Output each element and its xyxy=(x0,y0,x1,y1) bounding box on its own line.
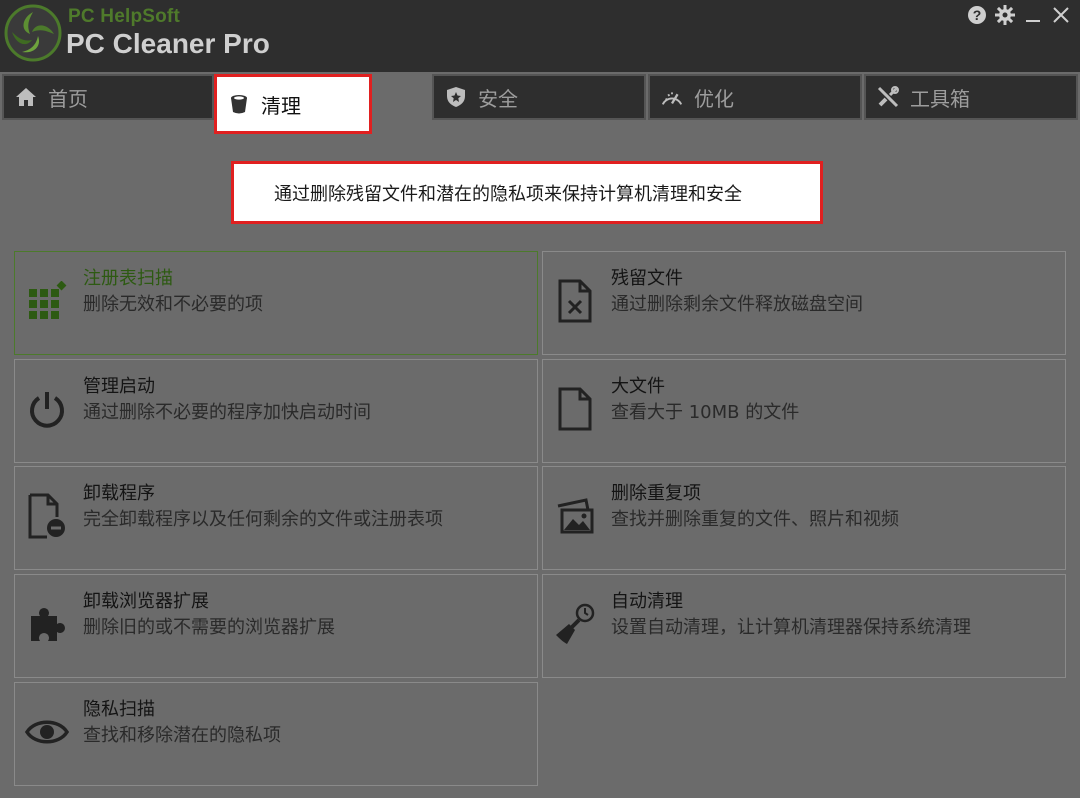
speedometer-icon xyxy=(660,85,684,109)
file-x-icon xyxy=(553,276,597,326)
card-privacy-scan[interactable]: 隐私扫描 查找和移除潜在的隐私项 xyxy=(14,682,538,786)
card-title: 管理启动 xyxy=(83,376,155,397)
card-description: 删除旧的或不需要的浏览器扩展 xyxy=(83,617,335,638)
svg-text:?: ? xyxy=(973,7,982,23)
card-registry-scan[interactable]: 注册表扫描 删除无效和不必要的项 xyxy=(14,251,538,355)
card-auto-clean[interactable]: 自动清理 设置自动清理，让计算机清理器保持系统清理 xyxy=(542,574,1066,678)
tab-clean-label: 清理 xyxy=(261,93,301,118)
tab-optimize-label: 优化 xyxy=(694,86,734,111)
card-description: 设置自动清理，让计算机清理器保持系统清理 xyxy=(611,617,971,638)
gear-icon[interactable] xyxy=(994,4,1016,26)
tab-optimize[interactable]: 优化 xyxy=(648,74,862,120)
card-description: 完全卸载程序以及任何剩余的文件或注册表项 xyxy=(83,509,443,530)
card-description: 查找并删除重复的文件、照片和视频 xyxy=(611,509,899,530)
card-title: 卸载浏览器扩展 xyxy=(83,591,209,612)
card-title: 隐私扫描 xyxy=(83,699,155,720)
tab-clean[interactable]: 清理 xyxy=(214,74,372,134)
home-icon xyxy=(14,85,38,109)
card-description: 通过删除剩余文件释放磁盘空间 xyxy=(611,294,863,315)
card-description: 查看大于 10MB 的文件 xyxy=(611,402,800,423)
card-title: 注册表扫描 xyxy=(83,268,173,289)
tab-home[interactable]: 首页 xyxy=(2,74,214,120)
file-minus-icon xyxy=(25,491,69,541)
card-title: 大文件 xyxy=(611,376,665,397)
card-large-files[interactable]: 大文件 查看大于 10MB 的文件 xyxy=(542,359,1066,463)
power-icon xyxy=(25,384,69,434)
title-bar: PC HelpSoft PC Cleaner Pro ? xyxy=(0,0,1080,72)
close-icon[interactable] xyxy=(1050,4,1072,26)
card-description: 查找和移除潜在的隐私项 xyxy=(83,725,281,746)
card-title: 卸载程序 xyxy=(83,483,155,504)
main-tabs: 首页 清理 安全 优化 工具箱 xyxy=(0,72,1080,134)
broom-clock-icon xyxy=(553,599,597,649)
card-description: 删除无效和不必要的项 xyxy=(83,294,263,315)
card-title: 删除重复项 xyxy=(611,483,701,504)
card-uninstall-programs[interactable]: 卸载程序 完全卸载程序以及任何剩余的文件或注册表项 xyxy=(14,466,538,570)
minimize-icon[interactable] xyxy=(1022,4,1044,26)
tab-home-label: 首页 xyxy=(48,86,88,111)
tab-toolbox-label: 工具箱 xyxy=(910,86,970,111)
section-description: 通过删除残留文件和潜在的隐私项来保持计算机清理和安全 xyxy=(231,161,823,224)
tab-security-label: 安全 xyxy=(478,86,518,111)
duplicate-photos-icon xyxy=(553,491,597,541)
card-manage-startup[interactable]: 管理启动 通过删除不必要的程序加快启动时间 xyxy=(14,359,538,463)
card-residual-files[interactable]: 残留文件 通过删除剩余文件释放磁盘空间 xyxy=(542,251,1066,355)
app-title: PC Cleaner Pro xyxy=(66,28,270,59)
card-browser-extensions[interactable]: 卸载浏览器扩展 删除旧的或不需要的浏览器扩展 xyxy=(14,574,538,678)
registry-grid-icon xyxy=(25,276,69,326)
card-title: 自动清理 xyxy=(611,591,683,612)
tools-icon xyxy=(876,85,900,109)
card-title: 残留文件 xyxy=(611,268,683,289)
file-icon xyxy=(553,384,597,434)
app-logo-icon xyxy=(4,4,62,62)
bucket-icon xyxy=(227,92,251,116)
card-remove-duplicates[interactable]: 删除重复项 查找并删除重复的文件、照片和视频 xyxy=(542,466,1066,570)
eye-icon xyxy=(25,707,69,757)
window-controls: ? xyxy=(966,2,1072,28)
tab-toolbox[interactable]: 工具箱 xyxy=(864,74,1078,120)
shield-icon xyxy=(444,85,468,109)
card-description: 通过删除不必要的程序加快启动时间 xyxy=(83,402,371,423)
tab-security[interactable]: 安全 xyxy=(432,74,646,120)
brand-vendor: PC HelpSoft xyxy=(68,6,180,27)
puzzle-icon xyxy=(25,599,69,649)
help-icon[interactable]: ? xyxy=(966,4,988,26)
